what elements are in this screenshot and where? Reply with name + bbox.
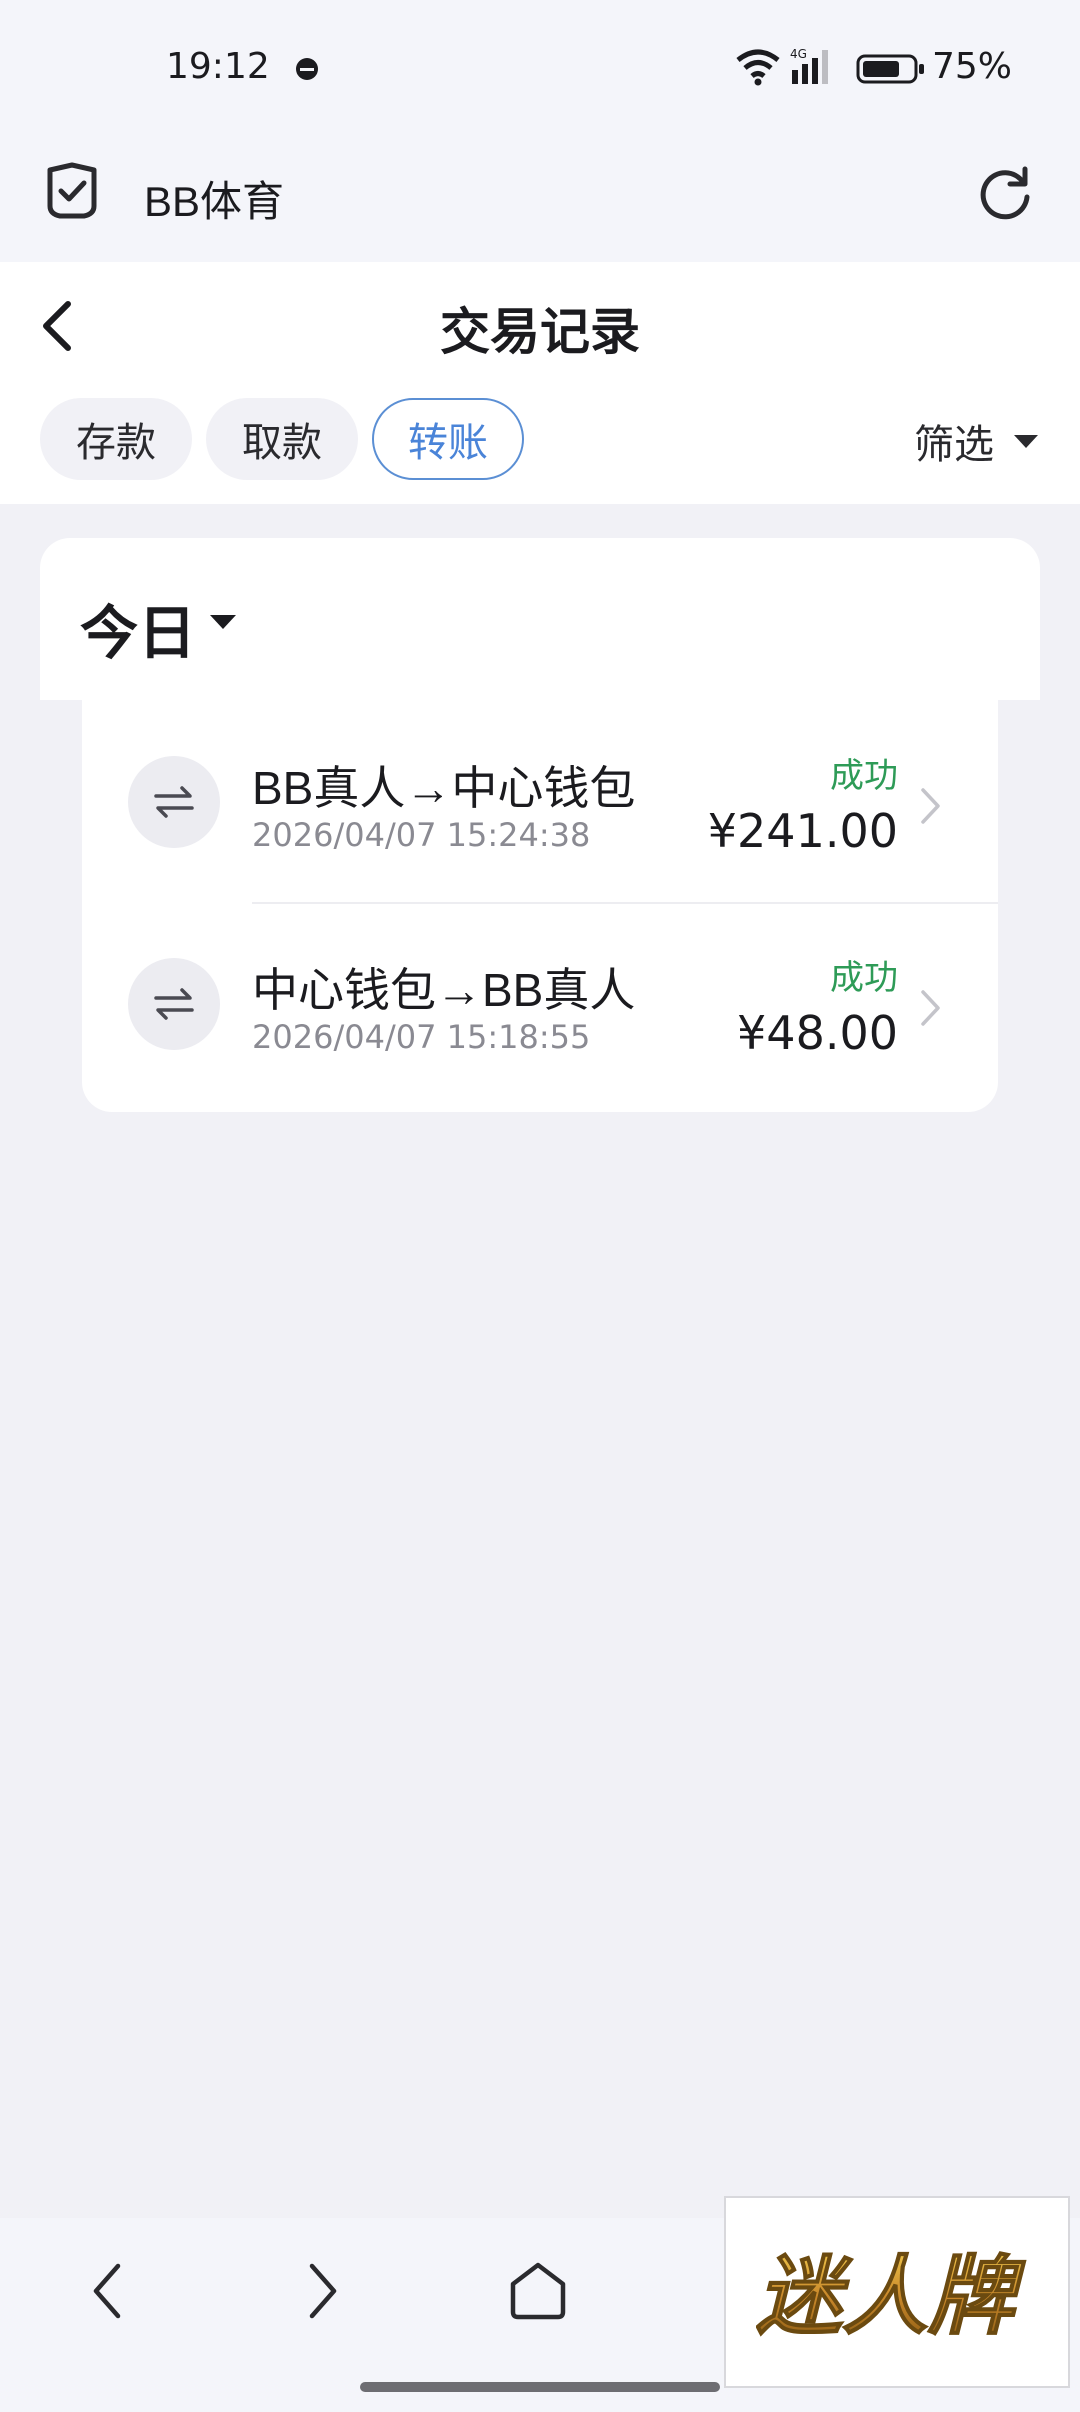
transaction-amount: ¥241.00 xyxy=(707,804,898,858)
transaction-row[interactable]: BB真人→中心钱包 2026/04/07 15:24:38 成功 ¥241.00 xyxy=(82,700,998,902)
filter-label: 筛选 xyxy=(914,423,994,467)
reload-icon[interactable] xyxy=(976,164,1034,222)
transaction-title: BB真人→中心钱包 xyxy=(252,762,636,814)
transfer-icon xyxy=(128,958,220,1050)
status-bar: 19:12 4G 75% xyxy=(0,0,1080,140)
watermark-logo: 迷人牌 xyxy=(724,2196,1070,2388)
transaction-time: 2026/04/07 15:18:55 xyxy=(252,1018,591,1056)
page-header: 交易记录 存款 取款 转账 筛选 xyxy=(0,262,1080,504)
svg-text:迷人牌: 迷人牌 xyxy=(756,2247,1026,2346)
battery-icon xyxy=(856,54,924,84)
page-title: 交易记录 xyxy=(440,304,640,360)
nav-forward-icon[interactable] xyxy=(306,2260,340,2322)
home-icon[interactable] xyxy=(508,2260,568,2322)
day-section-header: 今日 xyxy=(40,538,1040,700)
chevron-right-icon xyxy=(921,990,940,1026)
browser-bar: BB体育 xyxy=(0,140,1080,262)
battery-fill xyxy=(863,61,899,77)
transaction-title: 中心钱包→BB真人 xyxy=(252,964,636,1016)
transaction-status: 成功 xyxy=(830,757,898,795)
transaction-time: 2026/04/07 15:24:38 xyxy=(252,816,591,854)
day-selector[interactable]: 今日 xyxy=(80,586,196,670)
wifi-icon xyxy=(736,49,780,86)
chevron-right-icon xyxy=(921,788,940,824)
site-name: BB体育 xyxy=(144,178,285,225)
nav-back-icon[interactable] xyxy=(90,2260,124,2322)
shield-check-icon[interactable] xyxy=(44,162,100,222)
tab-withdraw[interactable]: 取款 xyxy=(206,398,358,480)
transfer-icon xyxy=(128,756,220,848)
caret-down-icon xyxy=(1014,435,1038,448)
svg-text:4G: 4G xyxy=(790,47,807,61)
gesture-bar[interactable] xyxy=(360,2382,720,2392)
transaction-amount: ¥48.00 xyxy=(737,1006,898,1060)
caret-down-icon[interactable] xyxy=(208,612,238,632)
transaction-row[interactable]: 中心钱包→BB真人 2026/04/07 15:18:55 成功 ¥48.00 xyxy=(82,902,998,1104)
filter-button[interactable]: 筛选 xyxy=(914,412,1040,470)
tab-transfer[interactable]: 转账 xyxy=(372,398,524,480)
tab-deposit[interactable]: 存款 xyxy=(40,398,192,480)
battery-percent: 75% xyxy=(932,46,1013,87)
cellular-signal-icon: 4G xyxy=(790,47,828,84)
status-time: 19:12 xyxy=(166,46,270,87)
notification-icon xyxy=(296,58,318,80)
transaction-list: BB真人→中心钱包 2026/04/07 15:24:38 成功 ¥241.00… xyxy=(82,700,998,1112)
transaction-status: 成功 xyxy=(830,959,898,997)
